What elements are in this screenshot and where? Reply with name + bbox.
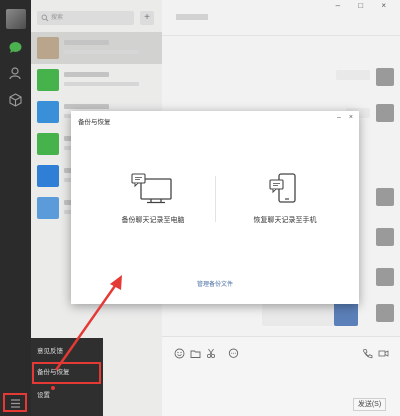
restore-to-phone-label: 恢复聊天记录至手机 [253, 217, 317, 224]
search-input[interactable]: 搜索 [37, 11, 134, 25]
contact-name [64, 104, 109, 109]
popup-menu: 意见反馈 备份与恢复 设置 [31, 338, 103, 416]
chat-title [176, 14, 208, 20]
contact-item[interactable] [31, 64, 162, 96]
contact-avatar [37, 37, 59, 59]
contact-name [64, 72, 109, 77]
chat-bubble-icon[interactable] [228, 348, 239, 359]
contact-preview [64, 50, 139, 54]
message-bubble [336, 70, 370, 80]
avatar [376, 268, 394, 286]
contact-avatar [37, 69, 59, 91]
dialog-controls: ‒ × [329, 114, 353, 121]
backup-to-pc-option[interactable]: 备份聊天记录至电脑 [93, 166, 213, 246]
backup-dialog: 备份与恢复 ‒ × 备份聊天记录至电脑 恢复聊天记录至手机 管理备份文件 [71, 111, 359, 304]
chat-icon[interactable] [8, 40, 23, 55]
avatar[interactable] [6, 9, 26, 29]
avatar [376, 68, 394, 86]
contact-avatar [37, 101, 59, 123]
window-controls[interactable]: ‒ □ × [336, 1, 394, 10]
minimize-icon[interactable]: ‒ [337, 114, 341, 121]
chat-header: ‒ □ × [162, 0, 400, 36]
monitor-icon [131, 173, 172, 204]
input-bar: 发送(S) [162, 336, 400, 416]
divider [215, 176, 216, 222]
menu-item-feedback[interactable]: 意见反馈 [31, 342, 103, 362]
menu-item-settings-label: 设置 [37, 392, 50, 399]
video-call-icon[interactable] [378, 348, 389, 359]
add-button[interactable]: + [140, 11, 154, 25]
avatar [376, 228, 394, 246]
contact-item[interactable] [31, 32, 162, 64]
phone-call-icon[interactable] [362, 348, 373, 359]
dialog-title: 备份与恢复 [78, 119, 111, 126]
send-button[interactable]: 发送(S) [353, 398, 386, 411]
avatar [376, 188, 394, 206]
phone-icon [269, 173, 296, 203]
avatar [376, 304, 394, 322]
contact-avatar [37, 197, 59, 219]
menu-highlight-box [32, 362, 101, 384]
contact-avatar [37, 165, 59, 187]
avatar [376, 104, 394, 122]
manage-backup-link[interactable]: 管理备份文件 [71, 279, 359, 288]
message-bubble [262, 304, 340, 326]
contact-name [64, 40, 109, 45]
menu-item-settings[interactable]: 设置 [31, 386, 103, 406]
backup-to-pc-label: 备份聊天记录至电脑 [121, 217, 185, 224]
close-icon[interactable]: × [349, 114, 353, 121]
sidebar [0, 0, 31, 416]
contact-avatar [37, 133, 59, 155]
search-icon [41, 14, 49, 22]
notification-dot [51, 386, 55, 390]
emoji-icon[interactable] [174, 348, 185, 359]
contact-preview [64, 82, 139, 86]
menu-icon[interactable] [8, 396, 23, 411]
contacts-icon[interactable] [8, 66, 23, 81]
scissors-icon[interactable] [206, 348, 217, 359]
folder-icon[interactable] [190, 348, 201, 359]
restore-to-phone-option[interactable]: 恢复聊天记录至手机 [225, 166, 345, 246]
search-placeholder: 搜索 [51, 15, 64, 21]
cube-icon[interactable] [8, 92, 23, 107]
